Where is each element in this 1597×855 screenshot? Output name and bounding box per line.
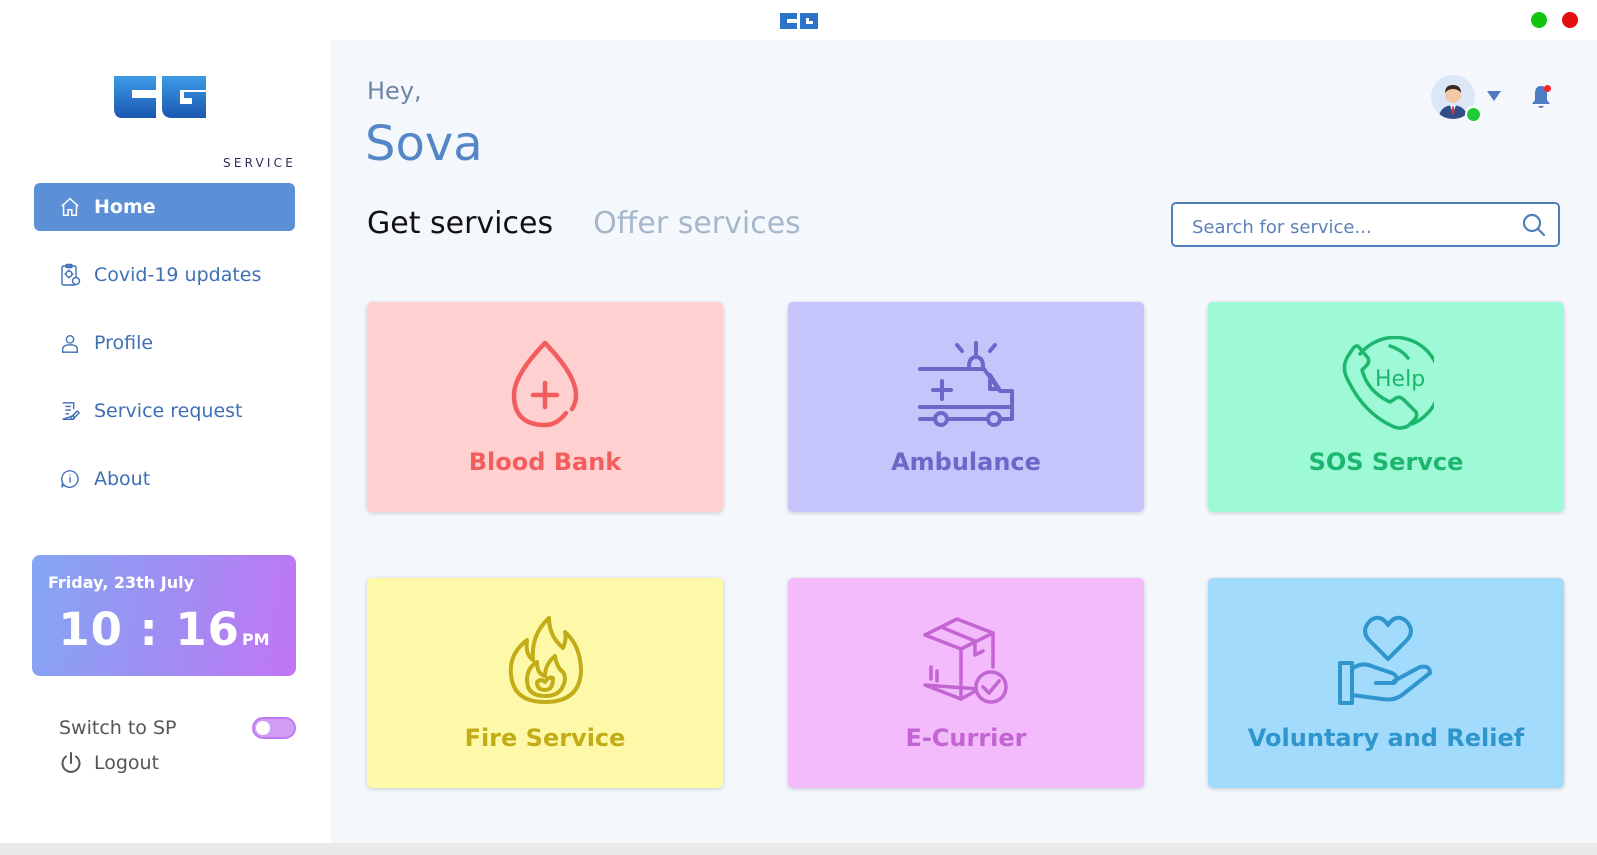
service-tabs: Get services Offer services xyxy=(367,206,801,241)
app-logo-icon xyxy=(780,13,818,29)
services-grid: Blood Bank Ambulance Help SOS Servce Fir… xyxy=(367,302,1564,802)
brand-subtitle: SERVICE xyxy=(223,156,296,170)
window-titlebar xyxy=(0,0,1597,40)
sidebar-item-about[interactable]: About xyxy=(34,455,295,503)
service-label: Voluntary and Relief xyxy=(1247,724,1525,752)
logout-label: Logout xyxy=(94,752,160,774)
sidebar-item-service-request[interactable]: Service request xyxy=(34,387,295,435)
search-icon[interactable] xyxy=(1521,212,1547,238)
bottom-window-edge xyxy=(0,843,1597,855)
info-bubble-icon xyxy=(58,467,82,491)
sidebar-item-covid-updates[interactable]: Covid-19 updates xyxy=(34,251,295,299)
sidebar: SERVICE Home Covid-19 updates Profile Se… xyxy=(0,40,331,855)
close-window-button[interactable] xyxy=(1562,12,1578,28)
clock-date: Friday, 23th July xyxy=(48,573,195,592)
service-card-e-currier[interactable]: E-Currier xyxy=(788,578,1144,788)
search-input[interactable] xyxy=(1190,214,1514,240)
clock-ampm: PM xyxy=(241,630,270,649)
sidebar-item-profile[interactable]: Profile xyxy=(34,319,295,367)
user-name: Sova xyxy=(365,116,483,172)
service-label: Ambulance xyxy=(891,448,1041,476)
sidebar-item-label: About xyxy=(94,468,151,490)
switch-to-sp-row: Switch to SP xyxy=(59,713,296,743)
tab-offer-services[interactable]: Offer services xyxy=(593,206,801,241)
switch-to-sp-toggle[interactable] xyxy=(252,717,296,739)
sidebar-item-home[interactable]: Home xyxy=(34,183,295,231)
home-icon xyxy=(58,195,82,219)
search-box xyxy=(1171,202,1560,247)
service-label: SOS Servce xyxy=(1308,448,1464,476)
sidebar-item-label: Profile xyxy=(94,332,154,354)
sidebar-nav: Home Covid-19 updates Profile Service re… xyxy=(34,183,295,523)
sidebar-item-label: Service request xyxy=(94,400,243,422)
service-card-fire-service[interactable]: Fire Service xyxy=(367,578,723,788)
brand-logo-icon xyxy=(114,76,206,118)
profile-dropdown-caret-icon[interactable] xyxy=(1487,91,1501,101)
hand-heart-icon xyxy=(1336,612,1436,708)
greeting-text: Hey, xyxy=(367,77,422,105)
user-icon xyxy=(58,331,82,355)
fire-icon xyxy=(495,612,595,708)
sidebar-item-label: Home xyxy=(94,196,156,218)
power-icon xyxy=(59,751,83,775)
sidebar-item-label: Covid-19 updates xyxy=(94,264,262,286)
date-time-widget: Friday, 23th July 10 : 16 PM xyxy=(32,555,296,676)
online-status-dot xyxy=(1465,106,1482,123)
service-card-sos[interactable]: Help SOS Servce xyxy=(1208,302,1564,512)
service-card-blood-bank[interactable]: Blood Bank xyxy=(367,302,723,512)
help-icon-text: Help xyxy=(1375,367,1425,392)
package-check-icon xyxy=(916,612,1016,708)
tab-get-services[interactable]: Get services xyxy=(367,206,553,241)
main-content: Hey, Sova Get services Offer services Se… xyxy=(331,40,1597,843)
toggle-knob xyxy=(256,721,270,735)
service-label: Fire Service xyxy=(464,724,626,752)
brand-logo: SERVICE xyxy=(110,74,293,170)
document-edit-icon xyxy=(58,399,82,423)
clipboard-virus-icon xyxy=(58,263,82,287)
blood-drop-icon xyxy=(495,336,595,432)
logout-button[interactable]: Logout xyxy=(59,751,159,775)
switch-label: Switch to SP xyxy=(59,717,177,739)
service-label: Blood Bank xyxy=(468,448,622,476)
ambulance-icon xyxy=(916,336,1016,432)
service-card-ambulance[interactable]: Ambulance xyxy=(788,302,1144,512)
help-phone-icon: Help xyxy=(1336,336,1436,432)
clock-time: 10 : 16 xyxy=(58,603,240,656)
notification-badge xyxy=(1544,85,1551,92)
service-card-voluntary-relief[interactable]: Voluntary and Relief xyxy=(1208,578,1564,788)
service-label: E-Currier xyxy=(905,724,1027,752)
clock-time-display: 10 : 16 PM xyxy=(32,603,296,656)
maximize-window-button[interactable] xyxy=(1531,12,1547,28)
